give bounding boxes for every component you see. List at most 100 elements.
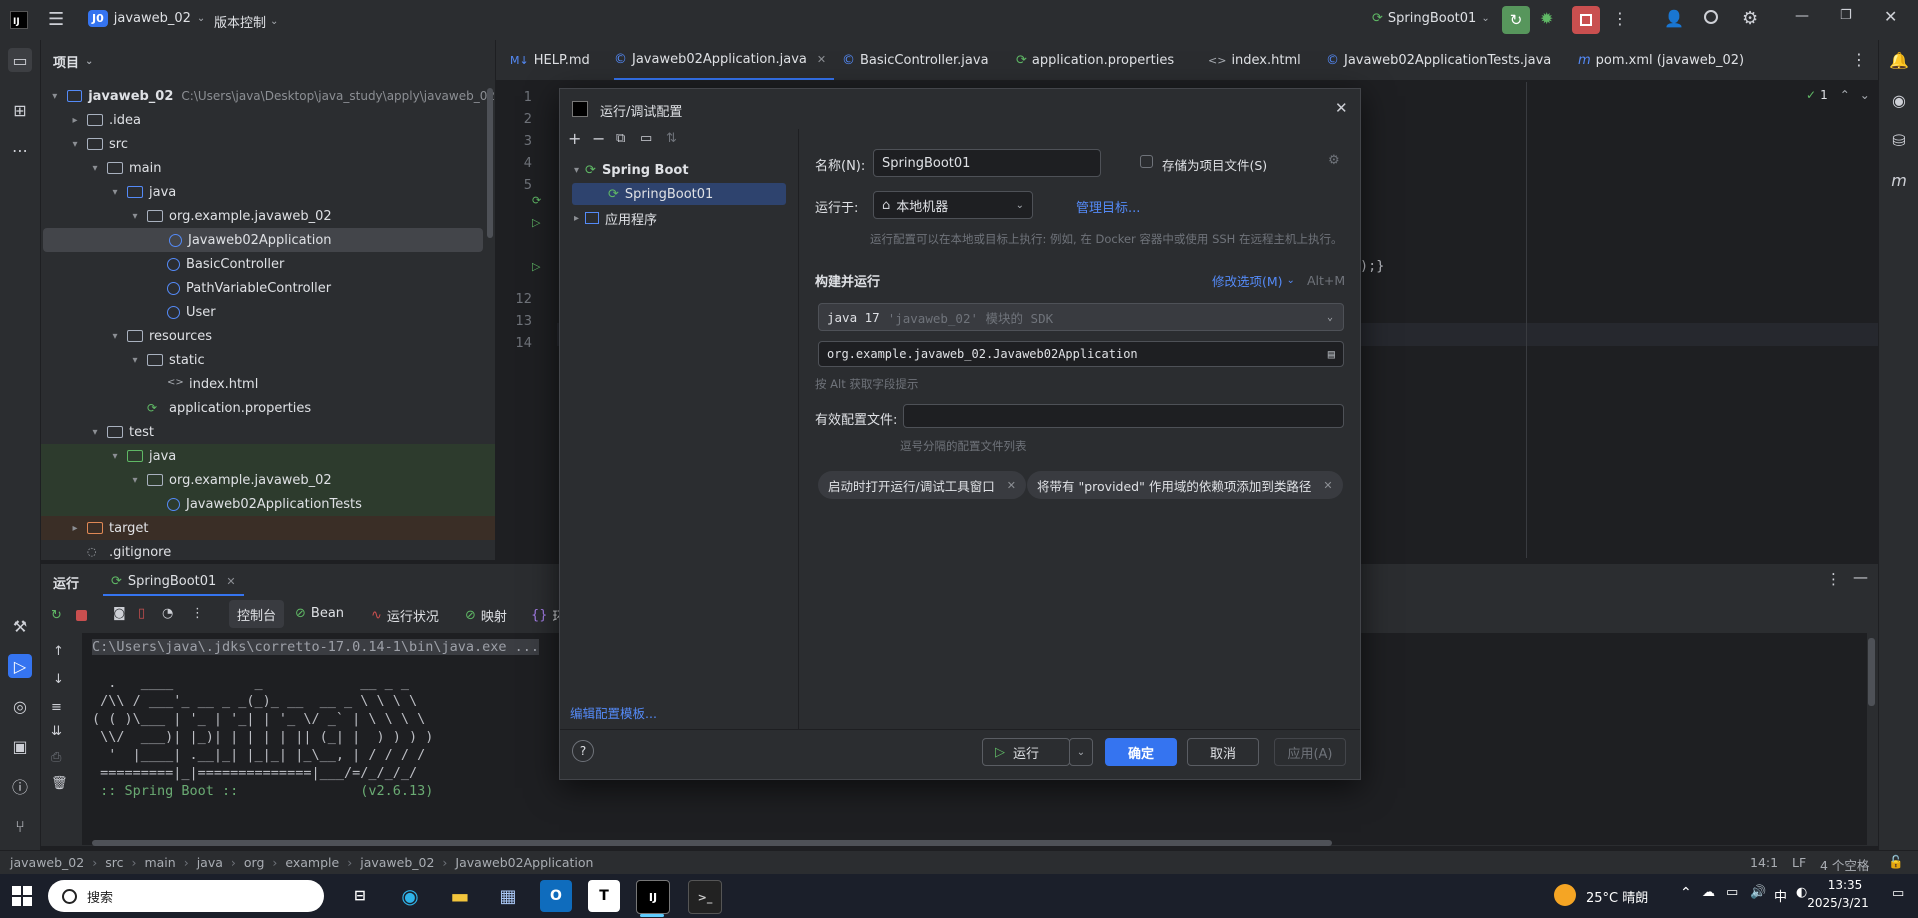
tree-group-spring-boot[interactable]: ▾ ⟳ Spring Boot bbox=[574, 159, 689, 181]
subtab-health[interactable]: ∿ 运行状况 bbox=[371, 606, 439, 625]
sdk-select[interactable]: java 17 'javaweb_02' 模块的 SDK ⌄ bbox=[818, 303, 1344, 331]
tree-node[interactable]: ▾ test bbox=[41, 420, 495, 444]
terminal-icon[interactable]: >_ bbox=[688, 880, 722, 914]
ai-assistant-icon[interactable]: ◉ bbox=[1887, 88, 1911, 112]
breadcrumb-item[interactable]: src bbox=[105, 855, 123, 870]
chevron-down-icon[interactable]: ▾ bbox=[109, 451, 121, 462]
run-panel-more-icon[interactable]: ⋮ bbox=[1826, 570, 1841, 588]
run-gutter-icon[interactable]: ▷ bbox=[532, 260, 540, 273]
console-vscrollbar[interactable] bbox=[1868, 638, 1875, 706]
debug-button[interactable]: ✹ bbox=[1540, 9, 1553, 28]
caret-position[interactable]: 14:1 bbox=[1750, 855, 1778, 870]
rerun-icon[interactable]: ↻ bbox=[51, 608, 62, 623]
chevron-down-icon[interactable]: ▾ bbox=[129, 211, 141, 222]
inspection-widget[interactable]: ✓ 1 ⌃ ⌄ bbox=[1806, 88, 1870, 102]
run-dropdown-button[interactable]: ⌄ bbox=[1069, 738, 1093, 766]
scroll-down-icon[interactable]: ↓ bbox=[53, 672, 64, 687]
tab-javaweb02applicationtests[interactable]: © Javaweb02ApplicationTests.java bbox=[1326, 40, 1551, 80]
more-icon[interactable]: ⋮ bbox=[1612, 9, 1628, 28]
restore-icon[interactable]: ❐ bbox=[1840, 8, 1852, 23]
option-chip-provided-scope[interactable]: 将带有 "provided" 作用域的依赖项添加到类路径 ✕ bbox=[1027, 471, 1343, 499]
console-hscrollbar[interactable] bbox=[92, 840, 1332, 846]
chevron-down-icon[interactable]: ▾ bbox=[49, 91, 61, 102]
tray-app-icon[interactable]: ☁ bbox=[1702, 885, 1715, 900]
store-as-file-checkbox[interactable] bbox=[1140, 155, 1153, 168]
project-tool-icon[interactable]: ▭ bbox=[8, 48, 32, 72]
tree-node[interactable]: ▾ main bbox=[41, 156, 495, 180]
settings-icon[interactable]: ⚙ bbox=[1742, 8, 1758, 29]
breadcrumb-item[interactable]: javaweb_02 bbox=[10, 855, 84, 870]
subtab-console[interactable]: 控制台 bbox=[229, 600, 285, 628]
edge-icon[interactable]: ◉ bbox=[394, 880, 426, 912]
run-button[interactable]: ▷ 运行 bbox=[982, 738, 1070, 766]
add-icon[interactable]: + bbox=[568, 129, 581, 148]
clock-date[interactable]: 2025/3/21 bbox=[1800, 896, 1876, 910]
tree-node[interactable]: ▾ src bbox=[41, 132, 495, 156]
print-icon[interactable]: ⎙ bbox=[51, 750, 61, 765]
outlook-icon[interactable]: O bbox=[540, 880, 572, 912]
lock-icon[interactable]: 🔓 bbox=[1888, 854, 1904, 870]
project-selector[interactable]: J0 javaweb_02 ⌄ bbox=[88, 10, 205, 27]
tree-node[interactable]: ▾ java bbox=[41, 444, 495, 468]
modify-options-button[interactable]: 修改选项(M) ⌄ Alt+M bbox=[1212, 271, 1345, 290]
chevron-right-icon[interactable]: ▸ bbox=[69, 115, 81, 126]
tabs-more-icon[interactable]: ⋮ bbox=[1851, 50, 1867, 69]
edit-templates-link[interactable]: 编辑配置模板... bbox=[570, 703, 657, 722]
windows-start-icon[interactable] bbox=[12, 886, 32, 906]
notification-center-icon[interactable]: ▭ bbox=[1892, 886, 1904, 901]
breadcrumb-item[interactable]: javaweb_02 bbox=[360, 855, 434, 870]
menu-icon[interactable]: ☰ bbox=[48, 9, 64, 30]
database-icon[interactable]: ⛁ bbox=[1887, 128, 1911, 152]
browse-icon[interactable]: ▤ bbox=[1328, 347, 1335, 361]
active-profiles-field[interactable] bbox=[903, 404, 1344, 428]
structure-icon[interactable]: ⊞ bbox=[8, 98, 32, 122]
layout-icon[interactable]: ◔ bbox=[162, 606, 173, 621]
tree-node[interactable]: ▸ target bbox=[41, 516, 495, 540]
tree-group-application[interactable]: ▸ 应用程序 bbox=[574, 207, 657, 229]
gear-icon[interactable]: ⚙ bbox=[1328, 153, 1340, 168]
chevron-right-icon[interactable]: ▸ bbox=[69, 523, 81, 534]
rerun-button[interactable]: ↻ bbox=[1502, 6, 1530, 34]
vcs-menu[interactable]: 版本控制 ⌄ bbox=[214, 12, 278, 31]
tree-node[interactable]: Javaweb02ApplicationTests bbox=[41, 492, 495, 516]
weather-text[interactable]: 25°C 晴朗 bbox=[1586, 887, 1648, 906]
help-button[interactable]: ? bbox=[572, 740, 594, 762]
network-icon[interactable]: ▭ bbox=[1726, 885, 1738, 900]
scroll-up-icon[interactable]: ↑ bbox=[53, 644, 64, 659]
tree-node[interactable]: PathVariableController bbox=[41, 276, 495, 300]
breadcrumb-item[interactable]: example bbox=[285, 855, 339, 870]
chevron-down-icon[interactable]: ▾ bbox=[69, 139, 81, 150]
breadcrumb-item[interactable]: Javaweb02Application bbox=[455, 855, 593, 870]
remove-icon[interactable]: − bbox=[592, 129, 605, 148]
task-view-icon[interactable]: ⊟ bbox=[344, 880, 376, 912]
dialog-close-icon[interactable]: ✕ bbox=[1335, 99, 1348, 117]
breadcrumb-item[interactable]: main bbox=[144, 855, 175, 870]
close-tab-icon[interactable]: ✕ bbox=[817, 53, 826, 66]
chevron-down-icon[interactable]: ▾ bbox=[109, 187, 121, 198]
tree-item-springboot01[interactable]: ⟳ SpringBoot01 bbox=[572, 183, 786, 205]
more-tools-icon[interactable]: ⋯ bbox=[8, 138, 32, 162]
tree-node[interactable]: ▾ javaweb_02 C:\Users\java\Desktop\java_st… bbox=[41, 84, 495, 108]
add-user-icon[interactable]: 👤 bbox=[1664, 9, 1684, 28]
terminal-icon[interactable]: ▣ bbox=[8, 734, 32, 758]
spring-gutter-icon[interactable]: ⟳ bbox=[532, 194, 541, 207]
run-gutter-icon[interactable]: ▷ bbox=[532, 216, 540, 229]
tab-application-properties[interactable]: ⟳ application.properties bbox=[1016, 40, 1174, 80]
breadcrumb-item[interactable]: org bbox=[244, 855, 265, 870]
run-panel-hide-icon[interactable]: — bbox=[1853, 568, 1868, 586]
main-class-field[interactable]: org.example.javaweb_02.Javaweb02Applicat… bbox=[818, 341, 1344, 367]
build-icon[interactable]: ⚒ bbox=[8, 614, 32, 638]
minimize-icon[interactable]: — bbox=[1795, 8, 1809, 24]
manage-targets-link[interactable]: 管理目标... bbox=[1076, 197, 1140, 216]
services-icon[interactable]: ◎ bbox=[8, 694, 32, 718]
close-icon[interactable]: ✕ bbox=[1884, 7, 1897, 26]
subtab-mappings[interactable]: ⊘ 映射 bbox=[465, 606, 507, 625]
ime-indicator[interactable]: 中 bbox=[1774, 886, 1787, 905]
git-icon[interactable]: ⑂ bbox=[8, 814, 32, 838]
indent-setting[interactable]: 4 个空格 bbox=[1820, 855, 1869, 874]
chevron-down-icon[interactable]: ▾ bbox=[89, 163, 101, 174]
line-separator[interactable]: LF bbox=[1792, 855, 1806, 870]
chevron-down-icon[interactable]: ▾ bbox=[129, 475, 141, 486]
problems-icon[interactable]: ⓘ bbox=[8, 774, 32, 798]
weather-icon[interactable] bbox=[1554, 884, 1576, 906]
